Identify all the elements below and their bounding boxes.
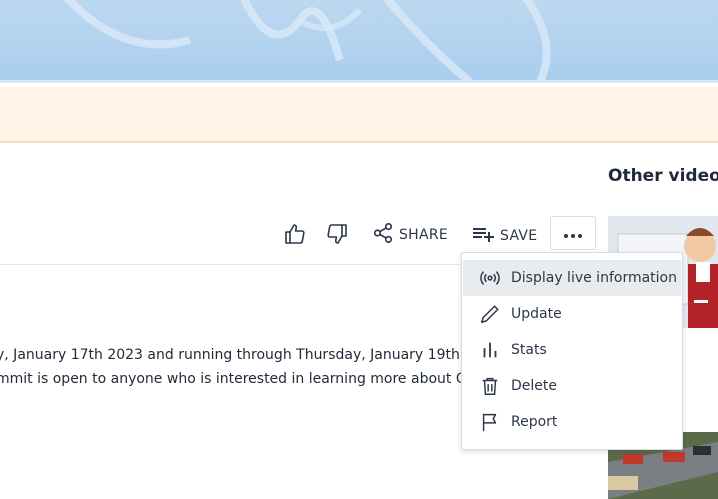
bar-chart-icon: [478, 338, 502, 362]
share-label: SHARE: [399, 227, 449, 243]
menu-item-display-live-information[interactable]: Display live information: [463, 260, 681, 296]
more-actions-menu: Display live information Update Stats De…: [461, 252, 683, 450]
banner-divider: [0, 80, 718, 83]
dislike-button[interactable]: [325, 222, 349, 250]
like-button[interactable]: [283, 222, 307, 250]
thumbs-up-icon: [283, 222, 307, 250]
share-button[interactable]: SHARE: [372, 222, 448, 248]
thumbs-down-icon: [325, 222, 349, 250]
menu-item-report[interactable]: Report: [463, 404, 681, 440]
menu-item-delete[interactable]: Delete: [463, 368, 681, 404]
menu-item-label: Delete: [511, 378, 557, 394]
menu-item-label: Display live information: [511, 270, 677, 286]
notice-bar: [0, 87, 718, 143]
description-line: y, January 17th 2023 and running through…: [0, 347, 470, 363]
other-videos-title: Other videos: [608, 166, 718, 186]
share-icon: [372, 222, 394, 248]
more-horizontal-icon: [563, 224, 583, 243]
trash-icon: [478, 374, 502, 398]
playlist-add-icon: [471, 222, 495, 250]
menu-item-label: Stats: [511, 342, 547, 358]
flag-icon: [478, 410, 502, 434]
description-line: mmit is open to anyone who is interested…: [0, 371, 470, 387]
video-description: y, January 17th 2023 and running through…: [0, 343, 470, 391]
pencil-icon: [478, 302, 502, 326]
video-actions: SHARE SAVE: [0, 216, 600, 252]
menu-item-update[interactable]: Update: [463, 296, 681, 332]
more-actions-button[interactable]: [550, 216, 596, 250]
save-label: SAVE: [500, 228, 538, 244]
menu-item-stats[interactable]: Stats: [463, 332, 681, 368]
menu-item-label: Update: [511, 306, 562, 322]
menu-item-label: Report: [511, 414, 558, 430]
broadcast-icon: [478, 266, 502, 290]
save-button[interactable]: SAVE: [471, 222, 537, 250]
channel-banner: [0, 0, 718, 82]
